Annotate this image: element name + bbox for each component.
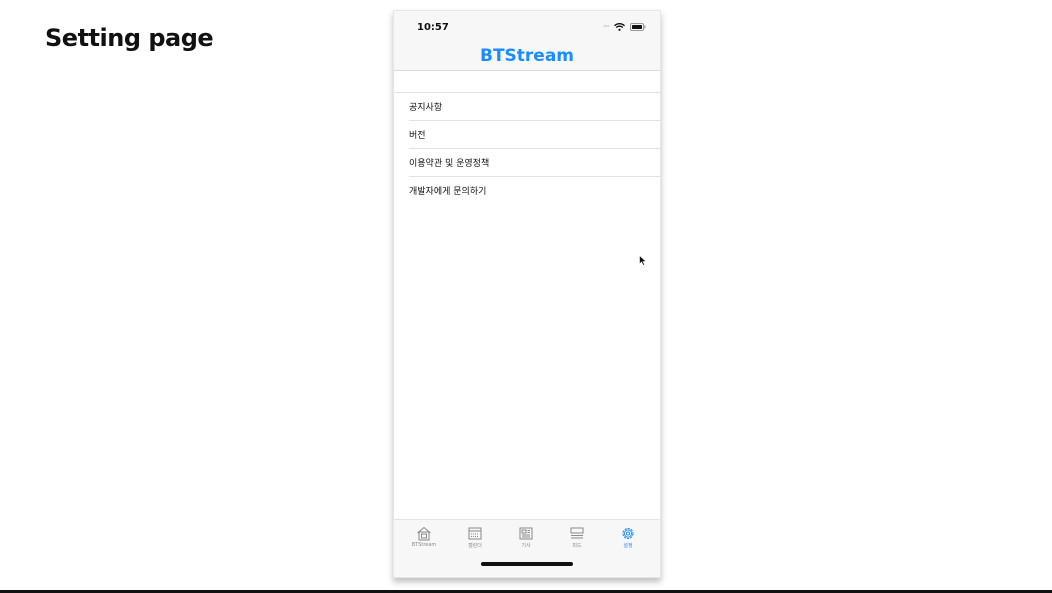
settings-item-label: 개발자에게 문의하기 [409,187,487,197]
phone-screen: 10:57 ···· BTStream 공지사항 버전 이용약관 및 운영정책 … [393,10,661,578]
tab-label: 기사 [521,543,531,549]
status-time: 10:57 [417,22,449,33]
home-icon [399,526,449,541]
tab-label: 피드 [572,543,582,549]
tab-btstream[interactable]: BTStream [399,526,449,548]
settings-content: 공지사항 버전 이용약관 및 운영정책 개발자에게 문의하기 [394,71,660,519]
signal-dots-icon: ···· [602,22,610,31]
settings-item-label: 버전 [409,131,426,141]
gear-icon [603,526,653,541]
tab-calendar[interactable]: 캘린더 [450,526,500,549]
settings-item-label: 이용약관 및 운영정책 [409,159,490,169]
settings-item-label: 공지사항 [409,103,443,113]
settings-item-contact-developer[interactable]: 개발자에게 문의하기 [409,177,660,204]
mouse-cursor-icon [639,251,647,270]
status-bar: 10:57 ···· [394,11,660,45]
calendar-icon [450,526,500,541]
tab-label: BTStream [411,542,437,548]
settings-list: 공지사항 버전 이용약관 및 운영정책 개발자에게 문의하기 [394,92,660,204]
tab-bar: BTStream 캘린더 기사 피드 설정 [394,519,660,577]
settings-item-terms[interactable]: 이용약관 및 운영정책 [409,149,660,177]
feed-icon [552,526,602,541]
news-icon [501,526,551,541]
app-title: BTStream [479,46,575,66]
tab-feed[interactable]: 피드 [552,526,602,549]
settings-item-notice[interactable]: 공지사항 [409,93,660,121]
home-indicator[interactable] [481,562,573,566]
settings-item-version[interactable]: 버전 [409,121,660,149]
status-icons: ···· [603,22,646,31]
tab-label: 캘린더 [468,543,482,549]
tab-settings[interactable]: 설정 [603,526,653,549]
tab-news[interactable]: 기사 [501,526,551,549]
tab-label: 설정 [623,543,633,549]
battery-icon [630,22,646,31]
wifi-icon [614,22,625,31]
slide-title: Setting page [45,24,214,52]
